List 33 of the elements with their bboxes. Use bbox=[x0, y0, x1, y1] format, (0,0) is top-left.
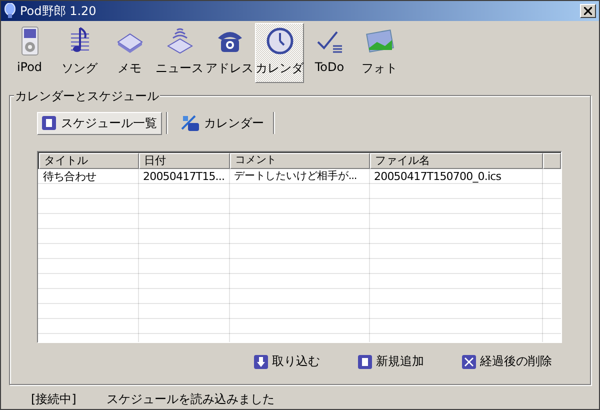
clock-icon bbox=[264, 26, 294, 56]
document-icon bbox=[42, 116, 56, 130]
window-title: Pod野郎 1.20 bbox=[20, 2, 98, 20]
column-header[interactable]: ファイル名 bbox=[370, 153, 543, 169]
action-button[interactable]: 新規追加 bbox=[358, 353, 424, 370]
close-button[interactable] bbox=[580, 4, 596, 18]
view-tab[interactable]: カレンダー bbox=[176, 112, 269, 134]
view-tab[interactable]: スケジュール一覧 bbox=[37, 112, 162, 134]
app-icon bbox=[4, 3, 16, 19]
close-icon bbox=[584, 7, 592, 15]
toolbar-button[interactable]: ソング bbox=[55, 23, 104, 83]
cross-icon bbox=[462, 354, 476, 368]
toolbar-button[interactable]: iPod bbox=[5, 23, 54, 83]
group-title: カレンダーとスケジュール bbox=[14, 88, 160, 105]
connection-status: [接続中] bbox=[31, 391, 76, 408]
action-button[interactable]: 経過後の削除 bbox=[462, 353, 552, 370]
toolbar-button[interactable]: カレンダ bbox=[255, 23, 304, 83]
toolbar-button[interactable]: アドレス bbox=[205, 23, 254, 83]
table-cell-text: 20050417T15... bbox=[142, 169, 226, 184]
table-cell-text: デートしたいけど相手が... bbox=[233, 169, 358, 184]
action-button[interactable]: 取り込む bbox=[254, 353, 320, 370]
toolbar-button[interactable]: フォト bbox=[355, 23, 404, 83]
table-cell-text: 待ち合わせ bbox=[42, 169, 98, 184]
column-header[interactable]: タイトル bbox=[39, 153, 139, 169]
down-arrow-icon bbox=[254, 354, 268, 368]
toolbar-button[interactable]: メモ bbox=[105, 23, 154, 83]
toolbar-button[interactable]: ニュース bbox=[155, 23, 204, 83]
table-cell-text: 20050417T150700_0.ics bbox=[373, 169, 502, 184]
status-message: スケジュールを読み込みました bbox=[106, 391, 274, 408]
toolbar-button[interactable]: ToDo bbox=[305, 23, 354, 83]
column-header[interactable]: 日付 bbox=[139, 153, 230, 169]
column-header[interactable]: コメント bbox=[230, 153, 370, 169]
document-icon bbox=[358, 354, 372, 368]
